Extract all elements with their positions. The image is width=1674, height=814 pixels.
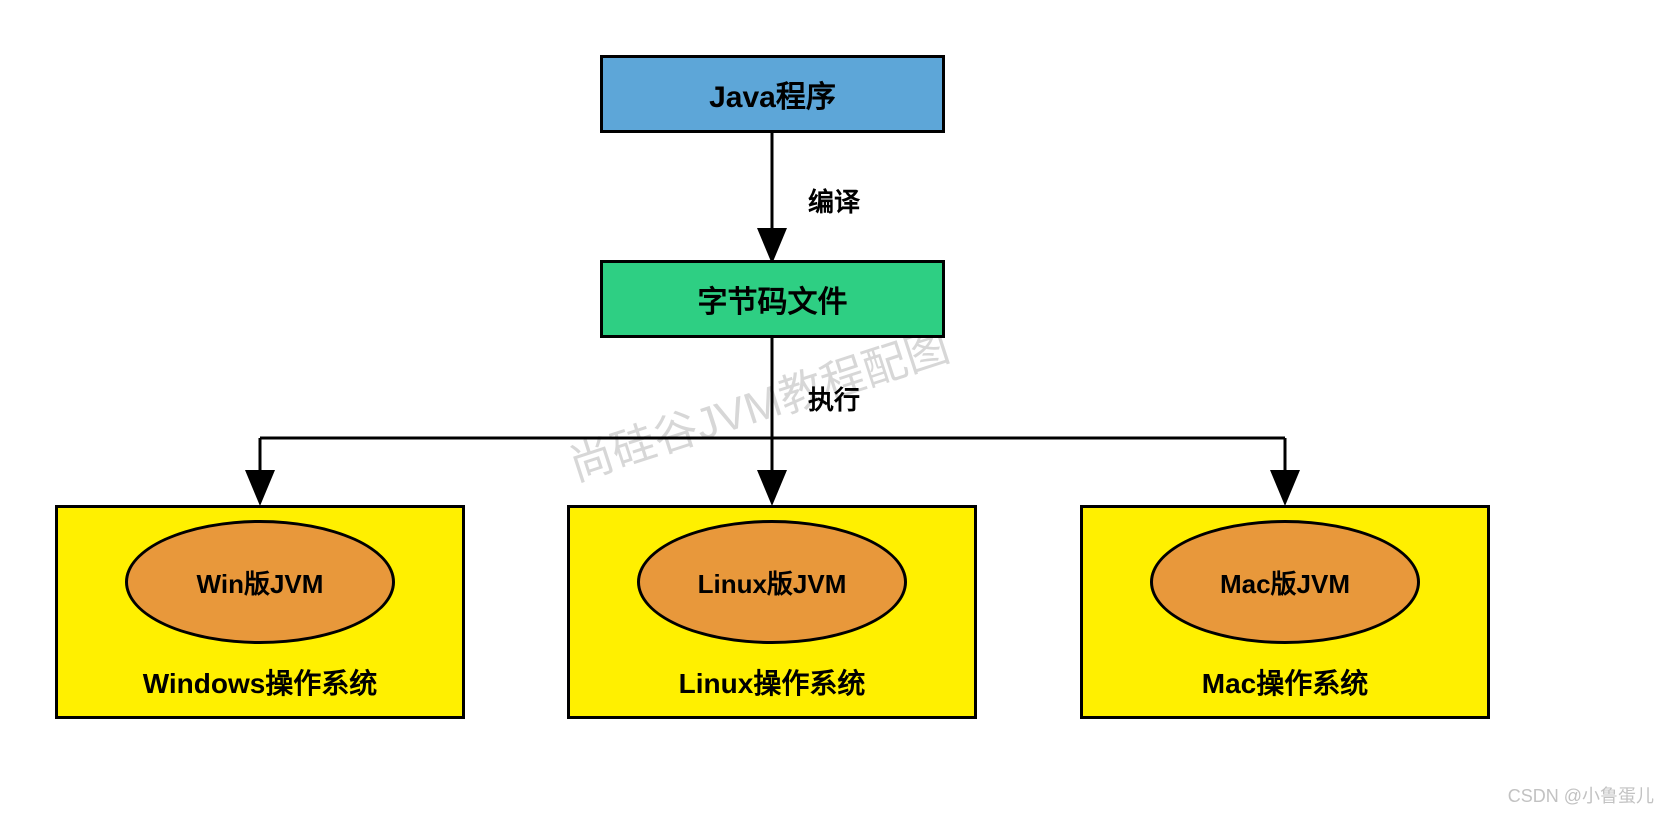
platform-mac: Mac版JVM Mac操作系统 (1080, 505, 1490, 719)
node-java-program: Java程序 (600, 55, 945, 133)
os-windows-label: Windows操作系统 (143, 662, 378, 702)
ellipse-mac-jvm: Mac版JVM (1150, 520, 1420, 644)
platform-windows: Win版JVM Windows操作系统 (55, 505, 465, 719)
os-mac-label: Mac操作系统 (1202, 662, 1368, 702)
ellipse-mac-jvm-label: Mac版JVM (1220, 564, 1350, 601)
os-linux-label: Linux操作系统 (679, 662, 866, 702)
ellipse-win-jvm: Win版JVM (125, 520, 395, 644)
platform-linux: Linux版JVM Linux操作系统 (567, 505, 977, 719)
ellipse-linux-jvm-label: Linux版JVM (698, 564, 847, 601)
edge-compile-label: 编译 (808, 182, 860, 219)
edge-execute-label: 执行 (808, 380, 860, 417)
node-bytecode: 字节码文件 (600, 260, 945, 338)
credit-text: CSDN @小鲁蛋儿 (1508, 782, 1654, 808)
node-bytecode-label: 字节码文件 (698, 277, 848, 321)
ellipse-linux-jvm: Linux版JVM (637, 520, 907, 644)
ellipse-win-jvm-label: Win版JVM (197, 564, 324, 601)
node-java-program-label: Java程序 (709, 72, 836, 116)
